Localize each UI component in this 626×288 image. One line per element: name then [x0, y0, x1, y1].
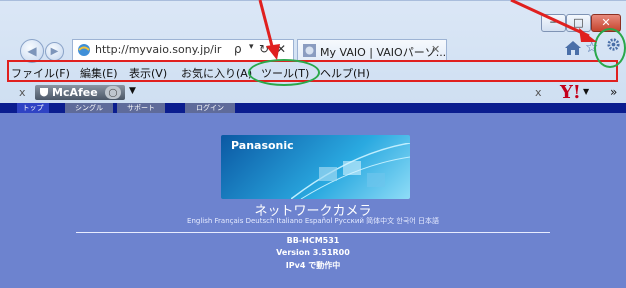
- mcafee-dropdown[interactable]: ◯: [105, 86, 121, 99]
- yahoo-button[interactable]: Y!: [560, 82, 581, 103]
- nav-tab-login[interactable]: ログイン: [185, 103, 235, 113]
- tab-favicon-icon: [303, 44, 316, 57]
- tools-menu-highlight-circle: [248, 59, 320, 86]
- nav-tab-top[interactable]: トップ: [17, 103, 49, 113]
- mcafee-shield-icon: [40, 88, 48, 97]
- forward-arrow-icon: ▶: [50, 46, 59, 57]
- camera-nav-bar: トップ シングル サポート ログイン: [0, 103, 626, 113]
- panasonic-banner: Panasonic: [221, 135, 410, 199]
- mcafee-button[interactable]: McAfee ◯: [35, 85, 125, 100]
- search-icon[interactable]: ρ: [234, 42, 242, 56]
- toolbar-overflow-icon[interactable]: »: [610, 85, 617, 99]
- tab-my-vaio[interactable]: My VAIO | VAIOパーソ... ✕: [297, 39, 447, 61]
- tab-close-icon[interactable]: ✕: [431, 43, 440, 56]
- browser-chrome: ─ □ ✕ ◀ ▶ http://myvaio.sony.jp/ir ρ ▾ ↻…: [0, 0, 626, 103]
- ip-status: IPv4 で動作中: [285, 261, 341, 270]
- mcafee-label: McAfee: [52, 86, 98, 99]
- addon-close-right-icon[interactable]: x: [535, 86, 542, 99]
- language-links[interactable]: English Français Deutsch Italiano Españo…: [0, 216, 626, 226]
- url-text[interactable]: http://myvaio.sony.jp/ir: [95, 43, 221, 56]
- addon-menu-arrow-icon[interactable]: ▼: [129, 86, 136, 96]
- addon-toolbar: x McAfee ◯ ▼ x Y! ▼ »: [0, 82, 626, 103]
- model-name: BB-HCM531: [286, 236, 340, 245]
- divider: [76, 232, 550, 233]
- camera-web-page: トップ シングル サポート ログイン Panasonic ネットワークカメラ E…: [0, 103, 626, 288]
- annotation-arrow-menu: [258, 0, 280, 60]
- forward-button[interactable]: ▶: [45, 42, 64, 61]
- brand-logo: Panasonic: [231, 139, 294, 152]
- tab-title: My VAIO | VAIOパーソ...: [320, 46, 447, 59]
- annotation-arrow-gear: [510, 0, 597, 42]
- nav-tab-single[interactable]: シングル: [65, 103, 113, 113]
- ie-page-icon: [78, 44, 90, 56]
- back-arrow-icon: ◀: [27, 44, 37, 58]
- yahoo-dropdown-icon[interactable]: ▼: [583, 87, 589, 96]
- nav-tab-support[interactable]: サポート: [117, 103, 165, 113]
- banner-graphic: [291, 143, 410, 199]
- address-dropdown-icon[interactable]: ▾: [249, 42, 254, 52]
- mcafee-dropdown-icon: ◯: [108, 88, 118, 97]
- addon-close-left-icon[interactable]: x: [19, 86, 26, 99]
- firmware-version: Version 3.51R00: [276, 248, 350, 257]
